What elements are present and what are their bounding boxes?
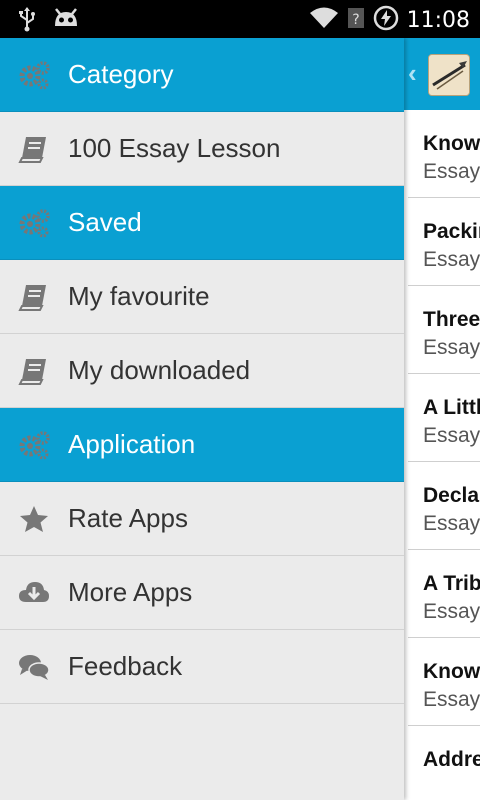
section-header-application: Application (0, 408, 404, 482)
main-content: ‹ Knowle Essay Packin Essay Three Essay … (404, 38, 480, 800)
list-item[interactable]: A Little Essay (408, 374, 480, 462)
gears-icon (18, 430, 50, 460)
section-header-label: Category (68, 59, 174, 89)
list-item[interactable]: Three Essay (408, 286, 480, 374)
list-item[interactable]: Packin Essay (408, 198, 480, 286)
star-icon (18, 504, 50, 534)
usb-icon (16, 6, 38, 37)
list-item[interactable]: A Tribu Essay (408, 550, 480, 638)
section-header-category: Category (0, 38, 404, 112)
list-item-title: Declar (423, 484, 480, 507)
book-icon (18, 282, 50, 312)
chevron-left-icon[interactable]: ‹ (408, 58, 417, 89)
drawer-item-more-apps[interactable]: More Apps (0, 556, 404, 630)
list-item-title: Packin (423, 220, 480, 243)
list-item[interactable]: Knowle Essay (408, 110, 480, 198)
list-item-title: A Tribu (423, 572, 480, 595)
clock: 11:08 (406, 8, 470, 33)
list-item-subtitle: Essay (423, 424, 480, 447)
list-item-subtitle: Essay (423, 688, 480, 711)
list-item-subtitle (423, 772, 480, 776)
drawer-item-100-essay-lesson[interactable]: 100 Essay Lesson (0, 112, 404, 186)
list-item-subtitle: Essay (423, 512, 480, 535)
list-item-title: Three (423, 308, 480, 331)
list-item-subtitle: Essay (423, 600, 480, 623)
drawer-item-feedback[interactable]: Feedback (0, 630, 404, 704)
svg-text:?: ? (352, 12, 359, 28)
drawer-item-label: My downloaded (68, 355, 251, 385)
chat-icon (18, 652, 50, 682)
status-bar: ? 11:08 (0, 0, 480, 38)
data-saver-icon (373, 5, 399, 36)
list-item-title: A Little (423, 396, 480, 419)
section-header-label: Saved (68, 207, 142, 237)
drawer-item-label: 100 Essay Lesson (68, 133, 281, 163)
list-item[interactable]: Declar Essay (408, 462, 480, 550)
list-item-title: Addres (423, 748, 480, 771)
navigation-drawer: Category 100 Essay Lesson Saved My favou… (0, 38, 404, 800)
list-item-title: Knowle (423, 660, 480, 683)
drawer-item-my-favourite[interactable]: My favourite (0, 260, 404, 334)
drawer-item-label: Rate Apps (68, 503, 188, 533)
book-icon (18, 356, 50, 386)
essay-list: Knowle Essay Packin Essay Three Essay A … (408, 110, 480, 800)
drawer-item-rate-apps[interactable]: Rate Apps (0, 482, 404, 556)
gears-icon (18, 60, 50, 90)
drawer-item-my-downloaded[interactable]: My downloaded (0, 334, 404, 408)
android-debug-icon (52, 6, 80, 37)
drawer-item-label: Feedback (68, 651, 183, 681)
list-item-subtitle: Essay (423, 248, 480, 271)
list-item-subtitle: Essay (423, 336, 480, 359)
action-bar: ‹ (404, 38, 480, 110)
list-item[interactable]: Knowle Essay (408, 638, 480, 726)
no-signal-icon: ? (347, 6, 365, 35)
wifi-icon (309, 6, 339, 35)
list-item-subtitle: Essay (423, 160, 480, 183)
book-icon (18, 134, 50, 164)
drawer-item-label: My favourite (68, 281, 210, 311)
section-header-label: Application (68, 429, 196, 459)
drawer-item-label: More Apps (68, 577, 193, 607)
cloud-download-icon (18, 578, 50, 608)
list-item[interactable]: Addres (408, 726, 480, 800)
section-header-saved: Saved (0, 186, 404, 260)
list-item-title: Knowle (423, 132, 480, 155)
gears-icon (18, 208, 50, 238)
app-logo-icon[interactable] (428, 54, 470, 96)
